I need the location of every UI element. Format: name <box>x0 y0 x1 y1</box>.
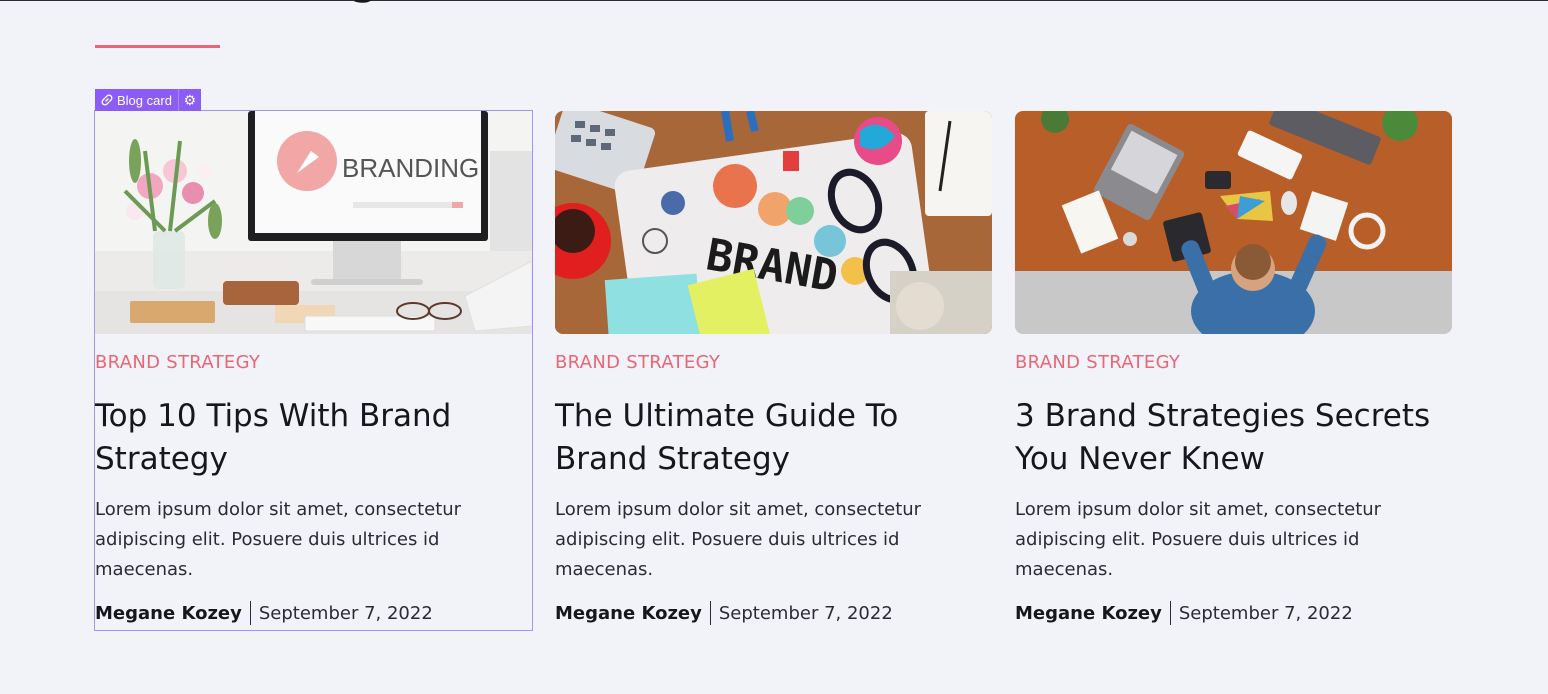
card-excerpt: Lorem ipsum dolor sit amet, consectetur … <box>95 499 462 580</box>
blog-card[interactable]: Brand Strategy 3 Brand Strategies Secret… <box>1015 111 1452 630</box>
editor-component-badge[interactable]: Blog card ⚙ <box>95 89 201 111</box>
blog-card[interactable]: BRAND Brand Strategy The Ultimate Guide … <box>555 111 992 630</box>
brand-sketch-image: BRAND <box>555 111 992 334</box>
blog-card-image[interactable] <box>1015 111 1452 334</box>
link-icon <box>101 94 113 106</box>
svg-text:BRANDING: BRANDING <box>342 153 479 183</box>
card-meta: Megane Kozey September 7, 2022 <box>95 601 433 625</box>
card-excerpt: Lorem ipsum dolor sit amet, consectetur … <box>1015 499 1382 580</box>
top-divider <box>0 0 1548 1</box>
blog-card-image[interactable]: BRANDING <box>95 111 532 334</box>
workspace-desk-image <box>1015 111 1452 334</box>
component-label[interactable]: Blog card <box>95 89 178 111</box>
section-heading: g <box>350 0 386 6</box>
card-category[interactable]: Brand Strategy <box>555 352 720 373</box>
card-author[interactable]: Megane Kozey <box>1015 603 1162 624</box>
blog-card[interactable]: BRANDING Brand Strategy Top <box>94 110 533 631</box>
card-date: September 7, 2022 <box>1178 602 1353 624</box>
card-category[interactable]: Brand Strategy <box>95 352 260 373</box>
meta-divider <box>1169 601 1171 625</box>
card-category[interactable]: Brand Strategy <box>1015 352 1180 373</box>
card-date: September 7, 2022 <box>258 602 433 624</box>
card-author[interactable]: Megane Kozey <box>555 603 702 624</box>
meta-divider <box>249 601 251 625</box>
branding-desk-image: BRANDING <box>95 111 532 334</box>
card-meta: Megane Kozey September 7, 2022 <box>1015 601 1353 625</box>
card-date: September 7, 2022 <box>718 602 893 624</box>
card-title[interactable]: Top 10 Tips With Brand Strategy <box>95 395 532 481</box>
heading-accent-line <box>95 45 220 48</box>
card-title[interactable]: The Ultimate Guide To Brand Strategy <box>555 395 992 481</box>
gear-icon[interactable]: ⚙ <box>177 89 201 111</box>
card-excerpt: Lorem ipsum dolor sit amet, consectetur … <box>555 499 922 580</box>
component-label-text: Blog card <box>117 92 172 108</box>
meta-divider <box>709 601 711 625</box>
card-meta: Megane Kozey September 7, 2022 <box>555 601 893 625</box>
card-title[interactable]: 3 Brand Strategies Secrets You Never Kne… <box>1015 395 1452 481</box>
card-author[interactable]: Megane Kozey <box>95 603 242 624</box>
blog-card-image[interactable]: BRAND <box>555 111 992 334</box>
